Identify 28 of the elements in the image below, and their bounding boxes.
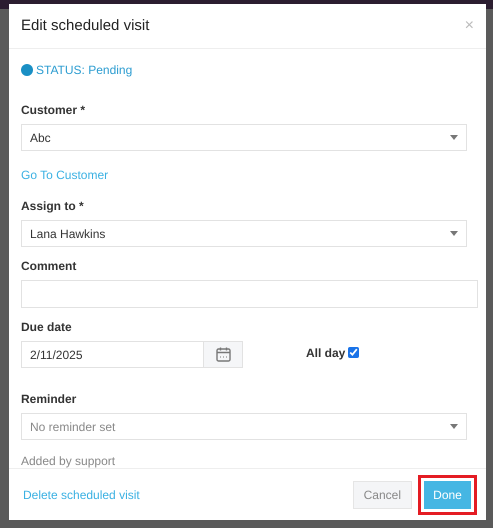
delete-link[interactable]: Delete scheduled visit <box>23 486 140 504</box>
date-field[interactable]: 2/11/2025 <box>21 341 243 368</box>
select-value: Lana Hawkins <box>30 226 106 242</box>
done-button[interactable]: Done <box>424 480 471 508</box>
field-label: Reminder <box>21 392 78 406</box>
select-value: Abc <box>30 130 51 146</box>
added-by-note: Added by support <box>21 454 116 468</box>
select-field[interactable]: No reminder set <box>21 413 467 440</box>
all-day-checkbox[interactable] <box>348 347 360 358</box>
dialog-title: Edit scheduled visit <box>21 16 150 36</box>
select-field[interactable]: Lana Hawkins <box>21 220 467 247</box>
field-label: Comment <box>21 259 78 273</box>
select-field[interactable]: Abc <box>21 124 467 151</box>
select-placeholder: No reminder set <box>30 418 116 436</box>
status-label: STATUS: Pending <box>36 62 132 79</box>
field-label: Customer * <box>21 103 86 117</box>
field-label: Due date <box>21 320 73 334</box>
caret-icon <box>450 231 458 236</box>
caret-icon <box>450 424 458 429</box>
calendar-icon[interactable] <box>216 347 230 362</box>
cancel-button[interactable]: Cancel <box>352 480 412 508</box>
comment-field[interactable] <box>21 280 478 308</box>
caret-icon <box>450 135 458 140</box>
date-value: 2/11/2025 <box>29 346 84 364</box>
all-day-label: All day <box>306 344 346 362</box>
go-to-customer-link[interactable]: Go To Customer <box>21 168 108 182</box>
close-button[interactable]: × <box>464 18 474 34</box>
field-label: Assign to * <box>21 199 85 213</box>
